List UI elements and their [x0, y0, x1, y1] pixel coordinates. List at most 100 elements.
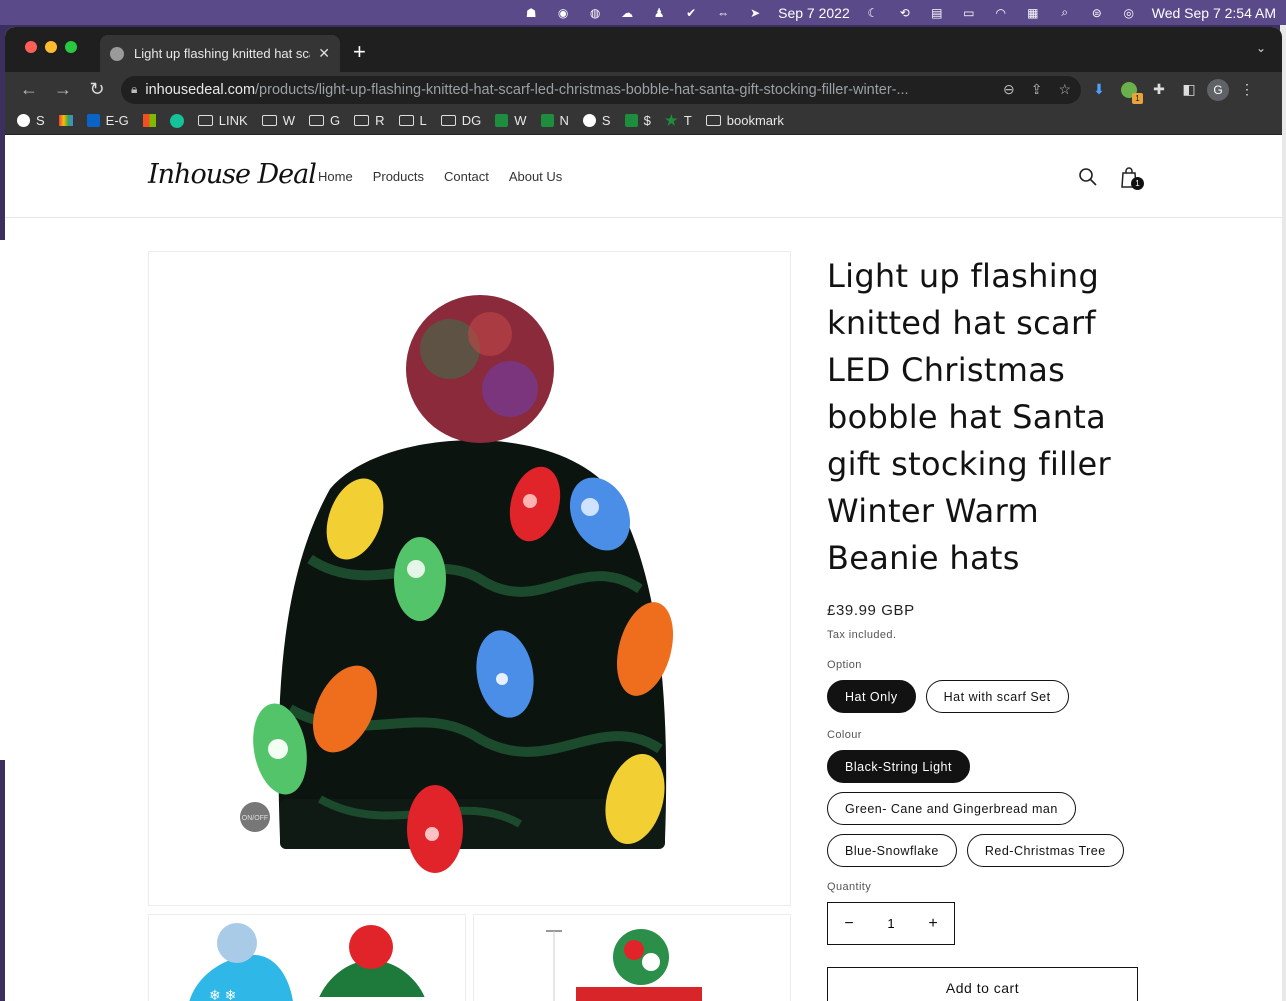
extension-icon[interactable]: 1	[1117, 78, 1143, 104]
app-status-icon[interactable]: ◉	[554, 5, 572, 21]
forward-button[interactable]: →	[49, 76, 77, 104]
active-tab[interactable]: Light up flashing knitted hat scarf LED …	[100, 35, 340, 72]
globe-icon	[17, 114, 30, 127]
window-controls	[25, 41, 77, 53]
bookmark-item[interactable]: DG	[440, 113, 482, 128]
option-hat-only[interactable]: Hat Only	[827, 680, 916, 713]
app-status-icon[interactable]: ☗	[522, 5, 540, 21]
spotlight-search-icon[interactable]: ⌕	[1056, 5, 1074, 21]
time-machine-icon[interactable]: ⟲	[896, 5, 914, 21]
back-button[interactable]: ←	[15, 76, 43, 104]
close-tab-icon[interactable]: ✕	[318, 45, 330, 62]
teamviewer-icon[interactable]: ⇔	[714, 5, 732, 21]
bookmark-item[interactable]: W	[261, 113, 295, 128]
download-icon[interactable]: ⬇	[1087, 78, 1111, 102]
wifi-icon[interactable]: ◠	[992, 5, 1010, 21]
product-title: Light up flashing knitted hat scarf LED …	[827, 257, 1111, 577]
minimize-window-button[interactable]	[45, 41, 57, 53]
blue-and-green-hats-image: ❄ ❄	[189, 923, 429, 1001]
zoom-window-button[interactable]	[65, 41, 77, 53]
colour-red-christmas-tree[interactable]: Red-Christmas Tree	[966, 834, 1124, 867]
nav-home[interactable]: Home	[318, 169, 353, 184]
browser-window: Light up flashing knitted hat scarf LED …	[5, 27, 1282, 1001]
bookmark-label: S	[601, 113, 611, 128]
colour-black-string-light[interactable]: Black-String Light	[827, 750, 970, 783]
qq-icon[interactable]: ♟	[650, 5, 668, 21]
option-selector: Hat Only Hat with scarf Set	[827, 680, 1147, 713]
cart-count-badge: 1	[1131, 177, 1144, 190]
bookmark-item[interactable]: R	[354, 113, 385, 128]
flag-icon[interactable]: ▤	[928, 5, 946, 21]
profile-avatar[interactable]: G	[1207, 78, 1229, 101]
bookmark-item[interactable]: L	[398, 113, 427, 128]
keyboard-icon[interactable]: ▦	[1024, 5, 1042, 21]
address-bar[interactable]: 🔒︎ inhousedeal.com/products/light-up-fla…	[121, 75, 1081, 104]
product-thumbnail[interactable]: ★	[473, 914, 791, 1001]
tab-strip: Light up flashing knitted hat scarf LED …	[5, 27, 1282, 72]
battery-icon[interactable]: ▭	[960, 5, 978, 21]
bookmark-item[interactable]: $	[624, 113, 651, 128]
cart-button[interactable]: 1	[1119, 165, 1145, 191]
site-logo[interactable]: Inhouse Deal	[148, 159, 317, 190]
green-t-icon	[495, 114, 509, 127]
bookmark-item[interactable]: G	[308, 113, 340, 128]
product-info: Light up flashing knitted hat scarf LED …	[827, 253, 1147, 1001]
lock-icon[interactable]: 🔒︎	[131, 82, 137, 97]
bookmark-item[interactable]: S	[582, 113, 611, 128]
siri-icon[interactable]: ◎	[1120, 5, 1138, 21]
reload-button[interactable]: ↻	[83, 76, 111, 104]
colour-selector: Black-String Light Green- Cane and Ginge…	[827, 750, 1147, 867]
bookmark-label: W	[282, 113, 295, 128]
nav-about-us[interactable]: About Us	[509, 169, 562, 184]
browser-menu-icon[interactable]: ⋮	[1235, 78, 1259, 102]
bookmark-item[interactable]: W	[495, 113, 527, 128]
close-window-button[interactable]	[25, 41, 37, 53]
bookmark-item[interactable]: S	[17, 113, 45, 128]
bookmark-label: T	[683, 113, 692, 128]
url-text[interactable]: inhousedeal.com/products/light-up-flashi…	[145, 82, 987, 98]
side-panel-icon[interactable]: ◧	[1177, 78, 1201, 102]
moon-icon[interactable]: ☾	[864, 5, 882, 21]
bookmark-item[interactable]: T	[665, 113, 692, 128]
bookmark-label: DG	[461, 113, 482, 128]
control-center-icon[interactable]: ⊜	[1088, 5, 1106, 21]
add-to-cart-button[interactable]: Add to cart	[827, 967, 1138, 1001]
bookmark-item[interactable]: bookmark	[705, 113, 784, 128]
increase-quantity-button[interactable]: +	[927, 915, 939, 933]
nav-contact[interactable]: Contact	[444, 169, 489, 184]
bookmark-item[interactable]	[169, 113, 184, 128]
nav-products[interactable]: Products	[373, 169, 424, 184]
decrease-quantity-button[interactable]: −	[843, 915, 855, 933]
product-thumbnail[interactable]: ❄ ❄	[148, 914, 466, 1001]
option-hat-with-scarf[interactable]: Hat with scarf Set	[925, 680, 1069, 713]
menubar-clock[interactable]: Wed Sep 7 2:54 AM	[1152, 5, 1276, 21]
macos-menu-bar: ☗ ◉ ◍ ☁ ♟ ✔ ⇔ ➤ Sep 7 2022 ☾ ⟲ ▤ ▭ ◠ ▦ ⌕…	[0, 0, 1286, 25]
gmail-icon	[58, 115, 73, 126]
tasks-icon[interactable]: ✔	[682, 5, 700, 21]
wechat-icon[interactable]: ☁	[618, 5, 636, 21]
colour-green-cane-gingerbread[interactable]: Green- Cane and Gingerbread man	[827, 792, 1076, 825]
bookmark-item[interactable]: LINK	[197, 113, 248, 128]
tab-search-chevron-icon[interactable]: ⌄	[1256, 41, 1266, 55]
colour-blue-snowflake[interactable]: Blue-Snowflake	[827, 834, 957, 867]
new-tab-button[interactable]: +	[353, 39, 366, 65]
extensions-puzzle-icon[interactable]: ✚	[1147, 78, 1171, 102]
web-page: Inhouse Deal Home Products Contact About…	[5, 137, 1282, 1001]
menubar-date[interactable]: Sep 7 2022	[778, 5, 850, 21]
zoom-icon[interactable]: ⊖	[1003, 81, 1015, 98]
quantity-input[interactable]: 1	[887, 916, 894, 931]
bookmark-item[interactable]	[58, 115, 73, 126]
bookmark-item[interactable]: E-G	[86, 113, 129, 128]
line-icon[interactable]: ◍	[586, 5, 604, 21]
main-nav: Home Products Contact About Us	[318, 169, 562, 184]
product-main-image[interactable]: ON/OFF	[148, 251, 791, 906]
folder-icon	[261, 115, 277, 126]
navigation-icon[interactable]: ➤	[746, 5, 764, 21]
share-icon[interactable]: ⇪	[1031, 81, 1043, 98]
bookmark-star-icon[interactable]: ☆	[1058, 81, 1071, 98]
bookmark-item[interactable]: N	[540, 113, 569, 128]
url-domain: inhousedeal.com	[145, 81, 256, 98]
browser-toolbar: ← → ↻ 🔒︎ inhousedeal.com/products/light-…	[5, 72, 1282, 107]
bookmark-item[interactable]	[142, 114, 156, 127]
search-icon[interactable]	[1078, 167, 1098, 187]
